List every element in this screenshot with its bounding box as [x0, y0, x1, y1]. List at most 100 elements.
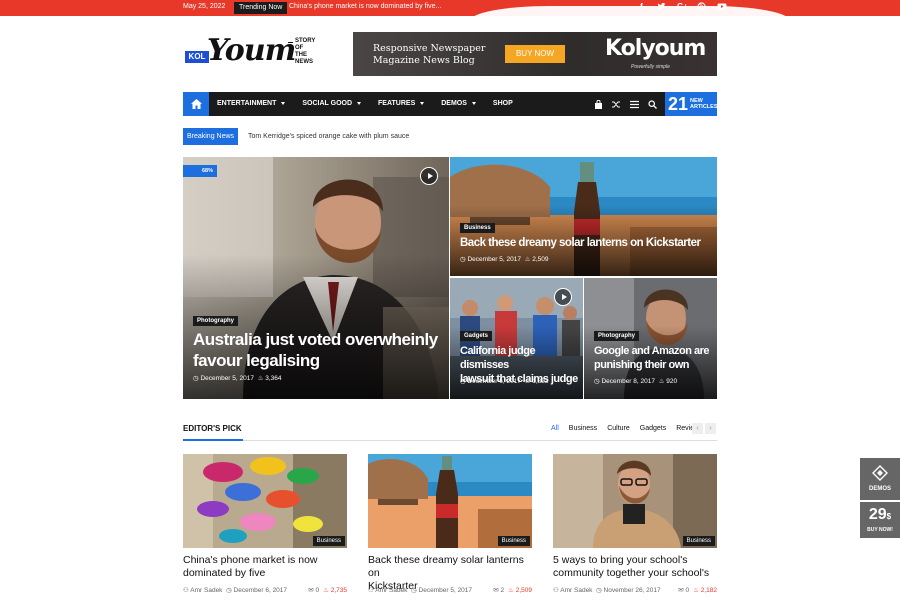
nav-item-demos[interactable]: DEMOS [441, 92, 493, 116]
card-category-badge[interactable]: Business [312, 536, 345, 546]
article-card[interactable]: Business China's phone market is now domi… [183, 454, 347, 594]
comments-count[interactable]: ✉ 0 [678, 586, 689, 594]
facebook-icon[interactable]: f [637, 2, 646, 11]
view-number: 2,735 [330, 587, 347, 594]
search-icon[interactable] [648, 99, 657, 109]
hero-top-right-title[interactable]: Back these dreamy solar lanterns on Kick… [460, 236, 701, 251]
card-title[interactable]: China's phone market is now dominated by … [183, 554, 347, 580]
dribbble-icon[interactable] [697, 2, 706, 11]
title-line: California judge dismisses [460, 345, 536, 371]
card-title[interactable]: 5 ways to bring your school's community t… [553, 554, 717, 580]
date: ◷ December 6, 2017 [226, 587, 288, 594]
price-value: 29 [868, 506, 887, 523]
demos-side-button[interactable]: DEMOS [860, 458, 900, 500]
nav-item-label: DEMOS [441, 100, 467, 107]
category-filter-tabs: All Business Culture Gadgets Reviews [551, 425, 703, 432]
google-plus-icon[interactable]: G+ [677, 2, 688, 11]
logo-tagline: STORY OF THE NEWS [295, 38, 315, 66]
main-navigation: ENTERTAINMENT SOCIAL GOOD FEATURES DEMOS… [183, 92, 718, 116]
card-image-bottle[interactable]: Business [368, 454, 532, 548]
new-articles-counter[interactable]: 21 NEW ARTICLES [665, 92, 718, 116]
card-category-badge[interactable]: Business [682, 536, 715, 546]
comments-count[interactable]: ✉ 0 [308, 586, 319, 594]
buy-now-side-label: BUY NOW! [867, 527, 893, 533]
youtube-icon[interactable] [717, 2, 727, 11]
post-date: December 5, 2017 [418, 587, 473, 594]
home-button[interactable] [183, 92, 209, 116]
tagline-line: OF [295, 45, 304, 51]
date: ◷ November 26, 2017 [596, 587, 661, 594]
banner-text: Responsive Newspaper Magazine News Blog [373, 43, 485, 67]
date: ◷ December 5, 2017 [411, 587, 473, 594]
article-card[interactable]: Business 5 ways to bring your school's co… [553, 454, 717, 594]
logo-tag-divider [288, 42, 293, 43]
tagline-line: NEWS [295, 59, 313, 65]
chevron-down-icon [471, 101, 476, 105]
hero-main-title[interactable]: Australia just voted overwheinly favour … [193, 329, 438, 371]
filter-tab-business[interactable]: Business [569, 425, 597, 432]
banner-brand-logo: Kolyoum [605, 36, 706, 61]
shopping-bag-icon[interactable] [594, 99, 603, 109]
author[interactable]: ⚇ Amr Sadek [183, 586, 222, 594]
nav-item-social-good[interactable]: SOCIAL GOOD [302, 92, 378, 116]
hero-main-post[interactable]: 68% Photography Australia just voted ove… [183, 157, 449, 399]
shuffle-icon[interactable] [612, 100, 621, 109]
hero-bottom-right-title[interactable]: Google and Amazon are punishing their ow… [594, 344, 710, 372]
post-meta: ◷ December 8, 2017 ♨ 920 [594, 378, 678, 385]
post-date: December 8, 2017 [601, 378, 655, 385]
card-category-badge[interactable]: Business [497, 536, 530, 546]
counter-label-line: ARTICLES [690, 104, 718, 110]
category-badge[interactable]: Gadgets [460, 331, 493, 341]
play-icon [561, 294, 567, 300]
chevron-right-icon[interactable]: › [705, 423, 716, 434]
buy-now-side-button[interactable]: 29$ BUY NOW! [860, 502, 900, 538]
hero-bottom-right-post[interactable]: Photography Google and Amazon are punish… [584, 278, 717, 399]
nav-item-features[interactable]: FEATURES [378, 92, 441, 116]
comments-count[interactable]: ✉ 2 [493, 586, 504, 594]
logo-wordmark: Youm [207, 33, 296, 68]
menu-icon[interactable] [630, 100, 639, 109]
nav-item-entertainment[interactable]: ENTERTAINMENT [217, 92, 302, 116]
banner-brand-tagline: Powerfully simple [631, 64, 670, 70]
breaking-news-link[interactable]: Tom Kerridge's spiced orange cake with p… [248, 133, 409, 140]
banner-line: Responsive Newspaper [373, 43, 486, 54]
banner-buy-now-button[interactable]: BUY NOW [505, 45, 565, 63]
views-count: ♨ 2,735 [323, 587, 347, 594]
post-date: December 5, 2017 [200, 375, 254, 382]
card-image-man[interactable]: Business [553, 454, 717, 548]
title-line: China's phone market is now [183, 554, 318, 566]
hero-bottom-left-post[interactable]: Gadgets California judge dismisses lawsu… [450, 278, 583, 399]
nav-item-label: FEATURES [378, 100, 416, 107]
author[interactable]: ⚇ Amr Sadek [553, 586, 592, 594]
title-line: favour legalising [193, 351, 320, 370]
card-image-umbrellas[interactable]: Business [183, 454, 347, 548]
tagline-line: STORY [295, 38, 316, 44]
site-logo[interactable]: KOL Youm STORY OF THE NEWS [185, 33, 325, 69]
title-line: Australia just voted overwheinly [193, 330, 438, 349]
hero-top-right-post[interactable]: Business Back these dreamy solar lantern… [450, 157, 717, 276]
post-meta: ◷ December 5, 2017 ♨ 3,364 [193, 375, 282, 382]
author[interactable]: ⚇ Amr Sadek [368, 586, 407, 594]
filter-tab-culture[interactable]: Culture [607, 425, 630, 432]
title-line: community together your school's [553, 567, 710, 579]
play-video-button[interactable] [554, 288, 572, 306]
category-badge[interactable]: Business [460, 223, 495, 233]
view-count: 1,323 [532, 378, 549, 385]
filter-tab-all[interactable]: All [551, 425, 559, 432]
card-meta: ⚇ Amr Sadek ◷ December 5, 2017 ✉ 2 ♨ 2,50… [368, 586, 532, 594]
filter-tab-gadgets[interactable]: Gadgets [640, 425, 666, 432]
header-ad-banner[interactable]: Responsive Newspaper Magazine News Blog … [353, 32, 717, 76]
article-card[interactable]: Business Back these dreamy solar lantern… [368, 454, 532, 594]
nav-item-shop[interactable]: SHOP [493, 92, 530, 116]
social-links: f G+ [637, 2, 727, 11]
post-date: December 6, 2017 [233, 587, 288, 594]
rating-badge: 68% [183, 165, 217, 177]
chevron-left-icon[interactable]: ‹ [692, 423, 703, 434]
play-video-button[interactable] [420, 167, 438, 185]
author-name: Amr Sadek [190, 587, 223, 594]
post-meta: ◷ December 5, 2017 ♨ 2,509 [460, 256, 549, 263]
category-badge[interactable]: Photography [193, 316, 238, 326]
trending-headline-link[interactable]: China's phone market is now dominated by… [289, 3, 441, 10]
category-badge[interactable]: Photography [594, 331, 639, 341]
twitter-icon[interactable] [657, 2, 666, 11]
